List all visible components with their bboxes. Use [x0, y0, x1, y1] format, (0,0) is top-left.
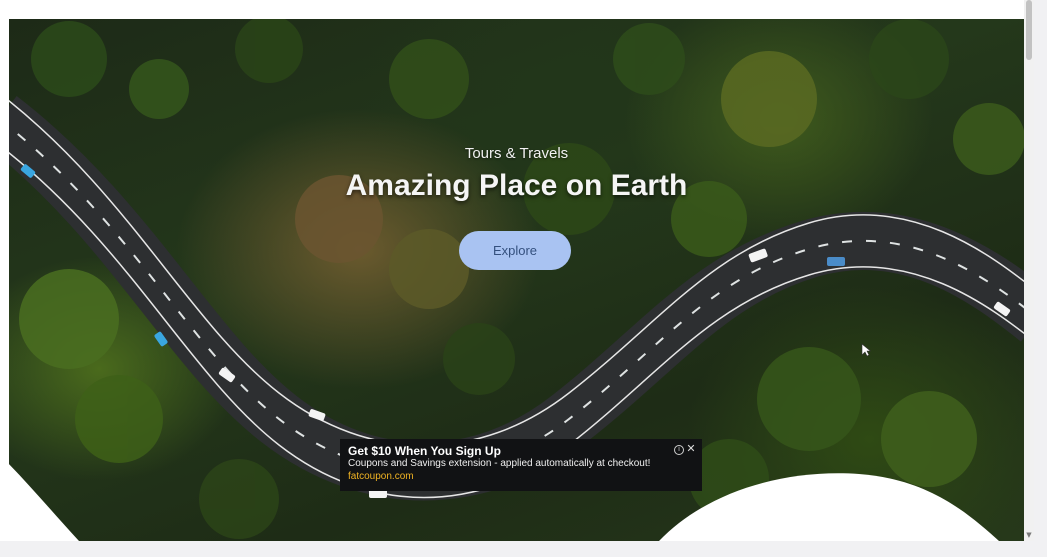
- ad-description[interactable]: Coupons and Savings extension - applied …: [348, 458, 694, 470]
- mouse-cursor-icon: [861, 343, 871, 357]
- close-icon[interactable]: ✕: [686, 443, 696, 455]
- explore-button[interactable]: Explore: [459, 231, 571, 270]
- vertical-scrollbar[interactable]: ▼: [1024, 0, 1034, 541]
- ad-title[interactable]: Get $10 When You Sign Up: [348, 444, 694, 458]
- hero-title: Amazing Place on Earth: [345, 169, 688, 202]
- web-page: Tours & Travels Amazing Place on Earth E…: [0, 0, 1024, 541]
- scrollbar-thumb[interactable]: [1026, 0, 1032, 60]
- hero-eyebrow: Tours & Travels: [464, 145, 569, 162]
- ad-banner[interactable]: Get $10 When You Sign Up Coupons and Sav…: [340, 439, 702, 491]
- info-icon[interactable]: i: [674, 445, 684, 455]
- scroll-down-arrow-icon[interactable]: ▼: [1025, 531, 1033, 539]
- ad-link[interactable]: fatcoupon.com: [348, 470, 694, 483]
